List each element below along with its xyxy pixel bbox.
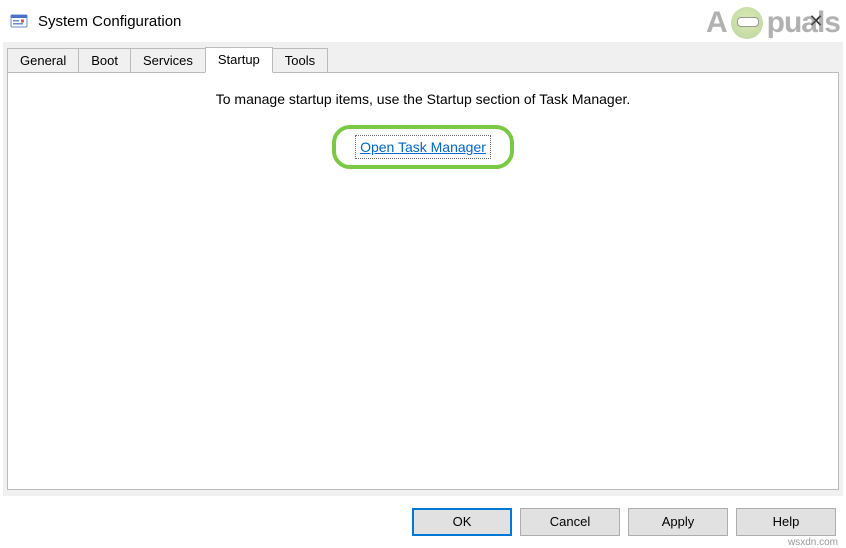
dialog-buttons: OK Cancel Apply Help xyxy=(412,508,836,536)
ok-button[interactable]: OK xyxy=(412,508,512,536)
startup-panel: To manage startup items, use the Startup… xyxy=(7,72,839,490)
footer-watermark: wsxdn.com xyxy=(788,537,838,548)
window-title: System Configuration xyxy=(38,13,796,30)
help-button[interactable]: Help xyxy=(736,508,836,536)
open-task-manager-link[interactable]: Open Task Manager xyxy=(358,138,488,156)
tab-tools[interactable]: Tools xyxy=(272,48,328,72)
close-button[interactable]: ✕ xyxy=(796,11,836,32)
tab-startup[interactable]: Startup xyxy=(205,47,273,73)
msconfig-icon xyxy=(10,12,28,30)
apply-button[interactable]: Apply xyxy=(628,508,728,536)
link-highlight-annotation: Open Task Manager xyxy=(332,125,514,169)
tab-general[interactable]: General xyxy=(7,48,79,72)
dialog-body: General Boot Services Startup Tools To m… xyxy=(3,42,843,496)
tab-strip: General Boot Services Startup Tools xyxy=(3,42,843,72)
tab-services[interactable]: Services xyxy=(130,48,206,72)
startup-message: To manage startup items, use the Startup… xyxy=(8,91,838,107)
titlebar: System Configuration ✕ xyxy=(0,0,846,42)
tab-boot[interactable]: Boot xyxy=(78,48,131,72)
cancel-button[interactable]: Cancel xyxy=(520,508,620,536)
